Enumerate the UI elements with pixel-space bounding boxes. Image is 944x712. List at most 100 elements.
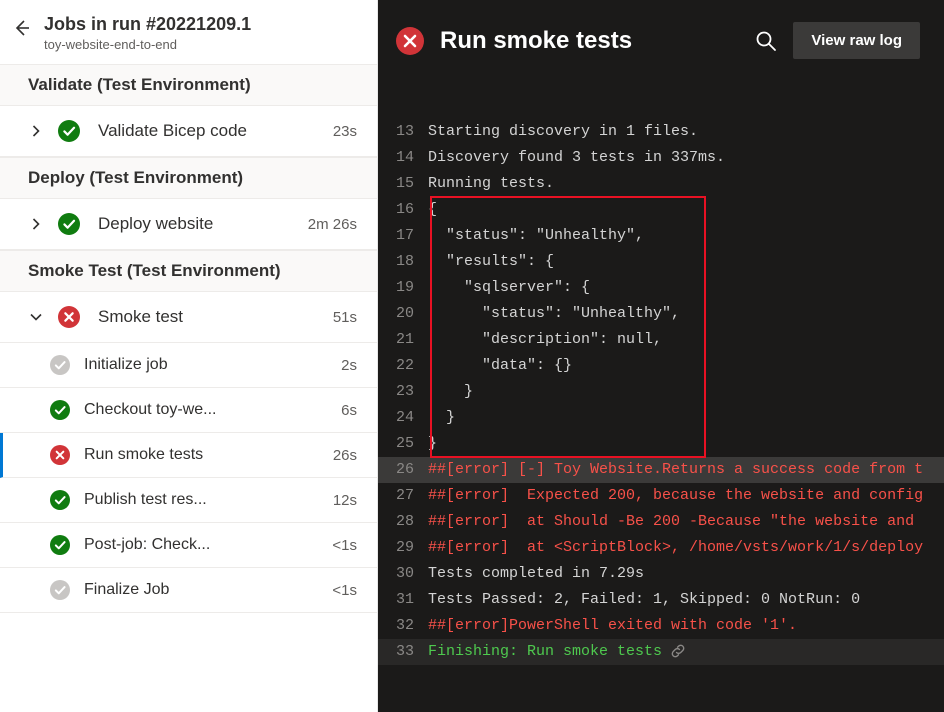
line-number: 30 — [378, 561, 428, 587]
stage-label: Smoke Test (Test Environment) — [0, 250, 377, 292]
line-number: 32 — [378, 613, 428, 639]
panel-header: Jobs in run #20221209.1 toy-website-end-… — [0, 0, 377, 64]
line-text: Finishing: Run smoke tests — [428, 639, 944, 665]
log-output[interactable]: 13Starting discovery in 1 files.14Discov… — [378, 79, 944, 712]
job-row[interactable]: Validate Bicep code 23s — [0, 106, 377, 157]
line-text: Tests Passed: 2, Failed: 1, Skipped: 0 N… — [428, 587, 944, 613]
log-line: 33Finishing: Run smoke tests — [378, 639, 944, 665]
permalink-icon[interactable] — [670, 643, 686, 659]
line-text: { — [428, 197, 944, 223]
chevron-down-icon[interactable] — [28, 309, 44, 325]
line-text: } — [428, 379, 944, 405]
success-icon — [50, 400, 70, 420]
job-label: Validate Bicep code — [98, 121, 325, 141]
error-icon — [58, 306, 80, 328]
log-line: 30Tests completed in 7.29s — [378, 561, 944, 587]
line-number: 14 — [378, 145, 428, 171]
step-row[interactable]: Finalize Job<1s — [0, 568, 377, 613]
run-title: Jobs in run #20221209.1 — [44, 14, 361, 35]
line-number: 16 — [378, 197, 428, 223]
step-duration: 12s — [333, 492, 357, 509]
job-duration: 51s — [333, 309, 357, 326]
log-line: 21 "description": null, — [378, 327, 944, 353]
step-row[interactable]: Checkout toy-we...6s — [0, 388, 377, 433]
chevron-right-icon[interactable] — [28, 216, 44, 232]
step-row[interactable]: Initialize job 2s — [0, 343, 377, 388]
line-number: 29 — [378, 535, 428, 561]
stage-label: Deploy (Test Environment) — [0, 157, 377, 199]
line-text: Discovery found 3 tests in 337ms. — [428, 145, 944, 171]
line-number: 18 — [378, 249, 428, 275]
line-number: 19 — [378, 275, 428, 301]
log-line: 18 "results": { — [378, 249, 944, 275]
log-line: 17 "status": "Unhealthy", — [378, 223, 944, 249]
job-label: Smoke test — [98, 307, 325, 327]
line-number: 25 — [378, 431, 428, 457]
line-number: 23 — [378, 379, 428, 405]
search-icon[interactable] — [755, 30, 777, 52]
skipped-icon — [50, 355, 70, 375]
line-text: "status": "Unhealthy", — [428, 223, 944, 249]
job-duration: 2m 26s — [308, 216, 357, 233]
line-text: ##[error] at <ScriptBlock>, /home/vsts/w… — [428, 535, 944, 561]
step-label: Checkout toy-we... — [84, 401, 333, 419]
line-text: "sqlserver": { — [428, 275, 944, 301]
success-icon — [58, 120, 80, 142]
log-line: 24 } — [378, 405, 944, 431]
line-text: Tests completed in 7.29s — [428, 561, 944, 587]
step-duration: 26s — [333, 447, 357, 464]
log-line: 25} — [378, 431, 944, 457]
log-line: 13Starting discovery in 1 files. — [378, 119, 944, 145]
step-row[interactable]: Post-job: Check...<1s — [0, 523, 377, 568]
line-number: 17 — [378, 223, 428, 249]
job-label: Deploy website — [98, 214, 300, 234]
success-icon — [50, 490, 70, 510]
pipeline-name: toy-website-end-to-end — [44, 37, 361, 52]
log-panel: Run smoke tests View raw log 13Starting … — [378, 0, 944, 712]
log-line: 23 } — [378, 379, 944, 405]
log-line: 27##[error] Expected 200, because the we… — [378, 483, 944, 509]
step-label: Publish test res... — [84, 491, 325, 509]
line-text: } — [428, 405, 944, 431]
line-number: 28 — [378, 509, 428, 535]
line-text: "data": {} — [428, 353, 944, 379]
line-number: 15 — [378, 171, 428, 197]
step-duration: <1s — [332, 582, 357, 599]
success-icon — [58, 213, 80, 235]
step-row[interactable]: Publish test res... 12s — [0, 478, 377, 523]
log-line: 32##[error]PowerShell exited with code '… — [378, 613, 944, 639]
log-line: 19 "sqlserver": { — [378, 275, 944, 301]
line-text: "description": null, — [428, 327, 944, 353]
chevron-right-icon[interactable] — [28, 123, 44, 139]
log-line: 29##[error] at <ScriptBlock>, /home/vsts… — [378, 535, 944, 561]
log-line: 14Discovery found 3 tests in 337ms. — [378, 145, 944, 171]
line-number: 26 — [378, 457, 428, 483]
line-text: "status": "Unhealthy", — [428, 301, 944, 327]
line-text: ##[error] [-] Toy Website.Returns a succ… — [428, 457, 944, 483]
view-raw-log-button[interactable]: View raw log — [793, 22, 920, 59]
log-title: Run smoke tests — [440, 27, 739, 55]
step-label: Post-job: Check... — [84, 536, 324, 554]
success-icon — [50, 535, 70, 555]
line-number: 33 — [378, 639, 428, 665]
line-number: 27 — [378, 483, 428, 509]
line-text: ##[error] at Should -Be 200 -Because "th… — [428, 509, 944, 535]
error-icon — [50, 445, 70, 465]
step-label: Initialize job — [84, 356, 333, 374]
step-row[interactable]: Run smoke tests26s — [0, 433, 377, 478]
line-number: 31 — [378, 587, 428, 613]
log-line: 15Running tests. — [378, 171, 944, 197]
log-line: 28##[error] at Should -Be 200 -Because "… — [378, 509, 944, 535]
error-icon — [396, 27, 424, 55]
step-duration: 2s — [341, 357, 357, 374]
job-row[interactable]: Deploy website 2m 26s — [0, 199, 377, 250]
job-row[interactable]: Smoke test 51s — [0, 292, 377, 343]
back-arrow-icon[interactable] — [12, 18, 32, 38]
line-number: 22 — [378, 353, 428, 379]
line-number: 24 — [378, 405, 428, 431]
line-number: 13 — [378, 119, 428, 145]
stage-label: Validate (Test Environment) — [0, 64, 377, 106]
line-text: } — [428, 431, 944, 457]
log-line: 26##[error] [-] Toy Website.Returns a su… — [378, 457, 944, 483]
job-duration: 23s — [333, 123, 357, 140]
